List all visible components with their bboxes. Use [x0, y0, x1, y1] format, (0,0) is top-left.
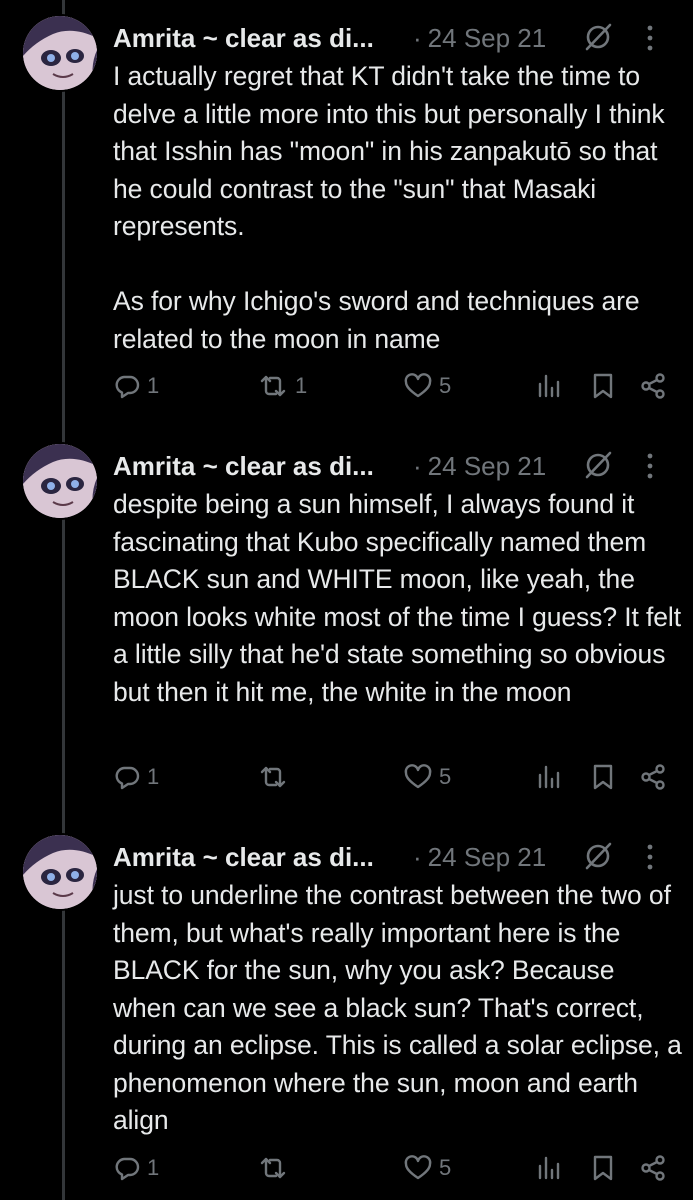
post-meta: · 24 Sep 21: [413, 20, 546, 56]
post-header: Amrita ~ clear as di... · 24 Sep 21: [113, 839, 673, 875]
reply-icon: [115, 1157, 140, 1181]
separator-dot: ·: [413, 451, 422, 481]
post-text: I actually regret that KT didn't take th…: [113, 61, 665, 354]
share-button[interactable]: [639, 368, 667, 404]
post-meta: · 24 Sep 21: [413, 839, 546, 875]
post-text: despite being a sun himself, I always fo…: [113, 489, 681, 707]
share-button[interactable]: [639, 759, 667, 795]
bookmark-icon: [593, 1155, 613, 1181]
share-button[interactable]: [639, 1150, 667, 1186]
reply-button[interactable]: 1: [113, 759, 159, 795]
more-icon[interactable]: [645, 843, 655, 871]
repost-button[interactable]: [257, 759, 295, 795]
more-icon[interactable]: [645, 452, 655, 480]
like-button[interactable]: 5: [403, 759, 451, 795]
post-date[interactable]: 24 Sep 21: [428, 842, 547, 872]
reply-button[interactable]: 1: [113, 368, 159, 404]
avatar[interactable]: [23, 16, 97, 90]
reply-count: 1: [147, 764, 160, 789]
more-icon[interactable]: [645, 24, 655, 52]
views-button[interactable]: [537, 368, 561, 404]
separator-dot: ·: [413, 842, 422, 872]
repost-button[interactable]: [257, 1150, 295, 1186]
post-header: Amrita ~ clear as di... · 24 Sep 21: [113, 448, 673, 484]
like-count: 5: [439, 764, 452, 789]
grok-icon[interactable]: [583, 22, 613, 52]
avatar[interactable]: [23, 835, 97, 909]
repost-icon: [260, 1157, 286, 1179]
separator-dot: ·: [413, 23, 422, 53]
share-icon: [641, 1155, 665, 1181]
heart-icon: [404, 764, 432, 789]
post-date[interactable]: 24 Sep 21: [428, 451, 547, 481]
like-button[interactable]: 5: [403, 368, 451, 404]
post[interactable]: Amrita ~ clear as di... · 24 Sep 21 I act…: [0, 0, 693, 428]
repost-icon: [260, 766, 286, 788]
author-name[interactable]: Amrita ~ clear as di...: [113, 20, 374, 56]
bookmark-icon: [593, 373, 613, 399]
author-name[interactable]: Amrita ~ clear as di...: [113, 448, 374, 484]
reply-button[interactable]: 1: [113, 1150, 159, 1186]
reply-icon: [115, 766, 140, 790]
post-meta: · 24 Sep 21: [413, 448, 546, 484]
avatar[interactable]: [23, 444, 97, 518]
author-name[interactable]: Amrita ~ clear as di...: [113, 839, 374, 875]
views-icon: [538, 374, 560, 398]
views-icon: [538, 765, 560, 789]
post[interactable]: Amrita ~ clear as di... · 24 Sep 21 despi…: [0, 428, 693, 820]
repost-count: 1: [295, 373, 308, 398]
like-count: 5: [439, 1155, 452, 1180]
post-text: just to underline the contrast between t…: [113, 880, 682, 1135]
action-bar: 1 5: [113, 759, 673, 795]
action-bar: 1 5: [113, 1150, 673, 1186]
like-button[interactable]: 5: [403, 1150, 451, 1186]
views-button[interactable]: [537, 1150, 561, 1186]
grok-icon[interactable]: [583, 841, 613, 871]
grok-icon[interactable]: [583, 450, 613, 480]
like-count: 5: [439, 373, 452, 398]
heart-icon: [404, 373, 432, 398]
views-icon: [538, 1156, 560, 1180]
reply-count: 1: [147, 373, 160, 398]
repost-icon: [260, 375, 286, 397]
bookmark-button[interactable]: [591, 368, 615, 404]
bookmark-icon: [593, 764, 613, 790]
action-bar: 1 1 5: [113, 368, 673, 404]
repost-button[interactable]: 1: [257, 368, 307, 404]
reply-icon: [115, 375, 140, 399]
post-header: Amrita ~ clear as di... · 24 Sep 21: [113, 20, 673, 56]
bookmark-button[interactable]: [591, 759, 615, 795]
share-icon: [641, 764, 665, 790]
post-date[interactable]: 24 Sep 21: [428, 23, 547, 53]
reply-count: 1: [147, 1155, 160, 1180]
post[interactable]: Amrita ~ clear as di... · 24 Sep 21 just …: [0, 819, 693, 1200]
heart-icon: [404, 1155, 432, 1180]
views-button[interactable]: [537, 759, 561, 795]
bookmark-button[interactable]: [591, 1150, 615, 1186]
share-icon: [641, 373, 665, 399]
